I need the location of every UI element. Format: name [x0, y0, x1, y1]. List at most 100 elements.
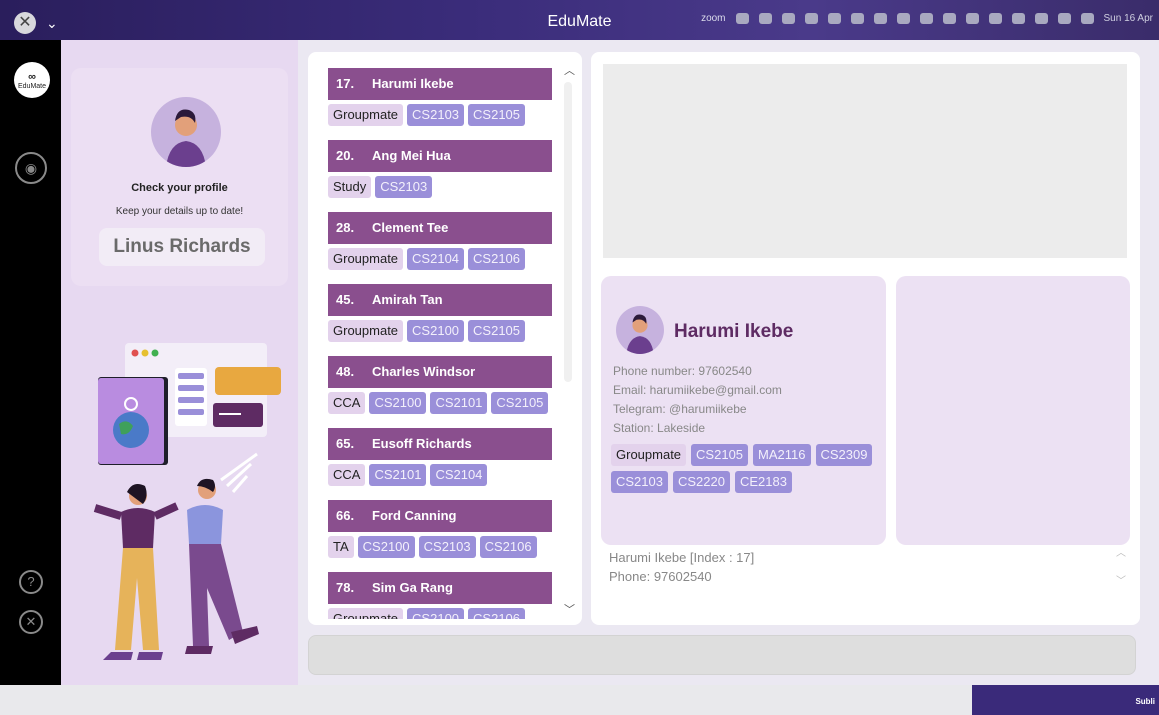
help-icon[interactable]: ?	[19, 570, 43, 594]
list-scrollbar[interactable]: ︿ ﹀	[564, 62, 575, 617]
contact-name: Clement Tee	[372, 220, 449, 235]
tray-icon[interactable]	[781, 13, 795, 24]
menu-bar-tray: zoom Sun 16 Apr	[701, 13, 1153, 24]
contact-tags: CCA CS2101 CS2104	[328, 460, 552, 492]
module-tag: CS2103	[375, 176, 433, 198]
tray-icon[interactable]	[735, 13, 749, 24]
tray-icon[interactable]	[804, 13, 818, 24]
profile-subheading: Keep your details up to date!	[115, 206, 244, 217]
contact-name: Eusoff Richards	[372, 436, 472, 451]
module-tag: CS2100	[369, 392, 427, 414]
list-item[interactable]: 48. Charles Windsor CCA CS2100 CS2101 CS2…	[328, 356, 552, 420]
list-item[interactable]: 17. Harumi Ikebe Groupmate CS2103 CS2105	[328, 68, 552, 132]
battery-icon[interactable]	[965, 13, 979, 24]
nav-rail: ∞ EduMate ◉ ? ✕	[0, 40, 61, 685]
tray-icon[interactable]	[827, 13, 841, 24]
module-tag: CS2105	[468, 104, 526, 126]
contact-list[interactable]: 17. Harumi Ikebe Groupmate CS2103 CS2105 …	[328, 68, 552, 619]
list-item[interactable]: 20. Ang Mei Hua Study CS2103	[328, 140, 552, 204]
module-tag: CS2101	[430, 392, 488, 414]
list-item[interactable]: 78. Sim Ga Rang Groupmate CS2100 CS2106	[328, 572, 552, 619]
tray-icon[interactable]	[850, 13, 864, 24]
contact-tags: Study CS2103	[328, 172, 552, 204]
module-tag: CS2220	[672, 471, 730, 493]
contact-name: Harumi Ikebe	[372, 76, 454, 91]
contact-index: 17.	[336, 76, 355, 91]
module-tag: MA2116	[753, 444, 811, 466]
user-circle-icon[interactable]: ◉	[15, 152, 47, 184]
module-tag: CE2183	[734, 471, 792, 493]
list-item[interactable]: 65. Eusoff Richards CCA CS2101 CS2104	[328, 428, 552, 492]
result-display: Harumi Ikebe [Index : 17] Phone: 9760254…	[609, 548, 754, 586]
chevron-up-icon[interactable]: ︿	[564, 62, 575, 78]
contact-detail-panel: Harumi Ikebe Phone number: 97602540 Emai…	[591, 52, 1140, 625]
contact-index: 78.	[336, 580, 355, 595]
contact-index: 28.	[336, 220, 355, 235]
contact-card-header: 48. Charles Windsor	[328, 356, 552, 388]
chevron-up-icon[interactable]: ︿	[1116, 544, 1126, 559]
contact-list-panel: 17. Harumi Ikebe Groupmate CS2103 CS2105 …	[308, 52, 582, 625]
illustration	[93, 343, 281, 660]
contact-tags: Groupmate CS2103 CS2105	[328, 100, 552, 132]
command-input[interactable]	[308, 635, 1136, 675]
role-tag: Study	[328, 176, 372, 198]
title-bar: ✕ ⌄ EduMate zoom Sun 16 Apr	[0, 0, 1159, 40]
list-item[interactable]: 66. Ford Canning TA CS2100 CS2103 CS2106	[328, 500, 552, 564]
search-icon[interactable]	[1034, 13, 1048, 24]
tray-icon[interactable]	[919, 13, 933, 24]
role-tag: Groupmate	[328, 104, 404, 126]
list-item[interactable]: 45. Amirah Tan Groupmate CS2100 CS2105	[328, 284, 552, 348]
contact-index: 20.	[336, 148, 355, 163]
role-tag: Groupmate	[328, 320, 404, 342]
profile-name[interactable]: Linus Richards	[99, 228, 265, 266]
contact-card-header: 20. Ang Mei Hua	[328, 140, 552, 172]
contact-tags: Groupmate CS2104 CS2106	[328, 244, 552, 276]
wifi-icon[interactable]	[988, 13, 1002, 24]
desktop-app-corner: Subli	[972, 685, 1159, 715]
chevron-down-icon[interactable]: ﹀	[1116, 572, 1126, 587]
contact-tags: Groupmate CS2100 CS2106	[328, 604, 552, 619]
tray-icon[interactable]	[758, 13, 772, 24]
contact-index: 48.	[336, 364, 355, 379]
detail-station: Station: Lakeside	[613, 421, 706, 435]
detail-banner	[603, 64, 1127, 258]
contact-tags: CCA CS2100 CS2101 CS2105	[328, 388, 552, 420]
contact-card-header: 65. Eusoff Richards	[328, 428, 552, 460]
result-line: Phone: 97602540	[609, 569, 712, 584]
contact-name: Ang Mei Hua	[372, 148, 451, 163]
exit-icon[interactable]: ✕	[19, 610, 43, 634]
contact-index: 65.	[336, 436, 355, 451]
contact-name: Sim Ga Rang	[372, 580, 453, 595]
siri-icon[interactable]	[1080, 13, 1094, 24]
avatar	[616, 306, 664, 354]
desktop-window-behind	[0, 685, 972, 715]
contact-index: 45.	[336, 292, 355, 307]
menu-bar-datetime[interactable]: Sun 16 Apr	[1104, 13, 1153, 24]
module-tag: CS2104	[407, 248, 465, 270]
contact-card-header: 45. Amirah Tan	[328, 284, 552, 316]
detail-telegram: Telegram: @harumiikebe	[613, 402, 747, 416]
role-tag: Groupmate	[328, 608, 404, 619]
clock-icon[interactable]	[1011, 13, 1025, 24]
role-tag: CCA	[328, 464, 366, 486]
tray-icon[interactable]	[942, 13, 956, 24]
edumate-logo[interactable]: ∞ EduMate	[14, 62, 50, 98]
scroll-thumb[interactable]	[564, 82, 572, 382]
chevron-down-icon[interactable]: ﹀	[564, 601, 575, 617]
module-tag: CS2103	[611, 471, 668, 493]
result-scrollbar[interactable]: ︿ ﹀	[1116, 544, 1126, 587]
module-tag: CS2105	[491, 392, 549, 414]
control-center-icon[interactable]	[1057, 13, 1071, 24]
tray-icon[interactable]	[873, 13, 887, 24]
list-item[interactable]: 28. Clement Tee Groupmate CS2104 CS2106	[328, 212, 552, 276]
module-tag: CS2100	[407, 608, 465, 619]
tray-icon[interactable]	[896, 13, 910, 24]
role-tag: Groupmate	[328, 248, 404, 270]
logo-text: EduMate	[17, 83, 47, 90]
contact-card-header: 28. Clement Tee	[328, 212, 552, 244]
avatar[interactable]	[151, 97, 221, 167]
zoom-status[interactable]: zoom	[701, 13, 725, 24]
edumate-window: ∞ EduMate ◉ ? ✕ Check your profile Keep …	[0, 40, 1159, 685]
profile-sidebar: Check your profile Keep your details up …	[61, 40, 298, 685]
module-tag: CS2101	[369, 464, 427, 486]
